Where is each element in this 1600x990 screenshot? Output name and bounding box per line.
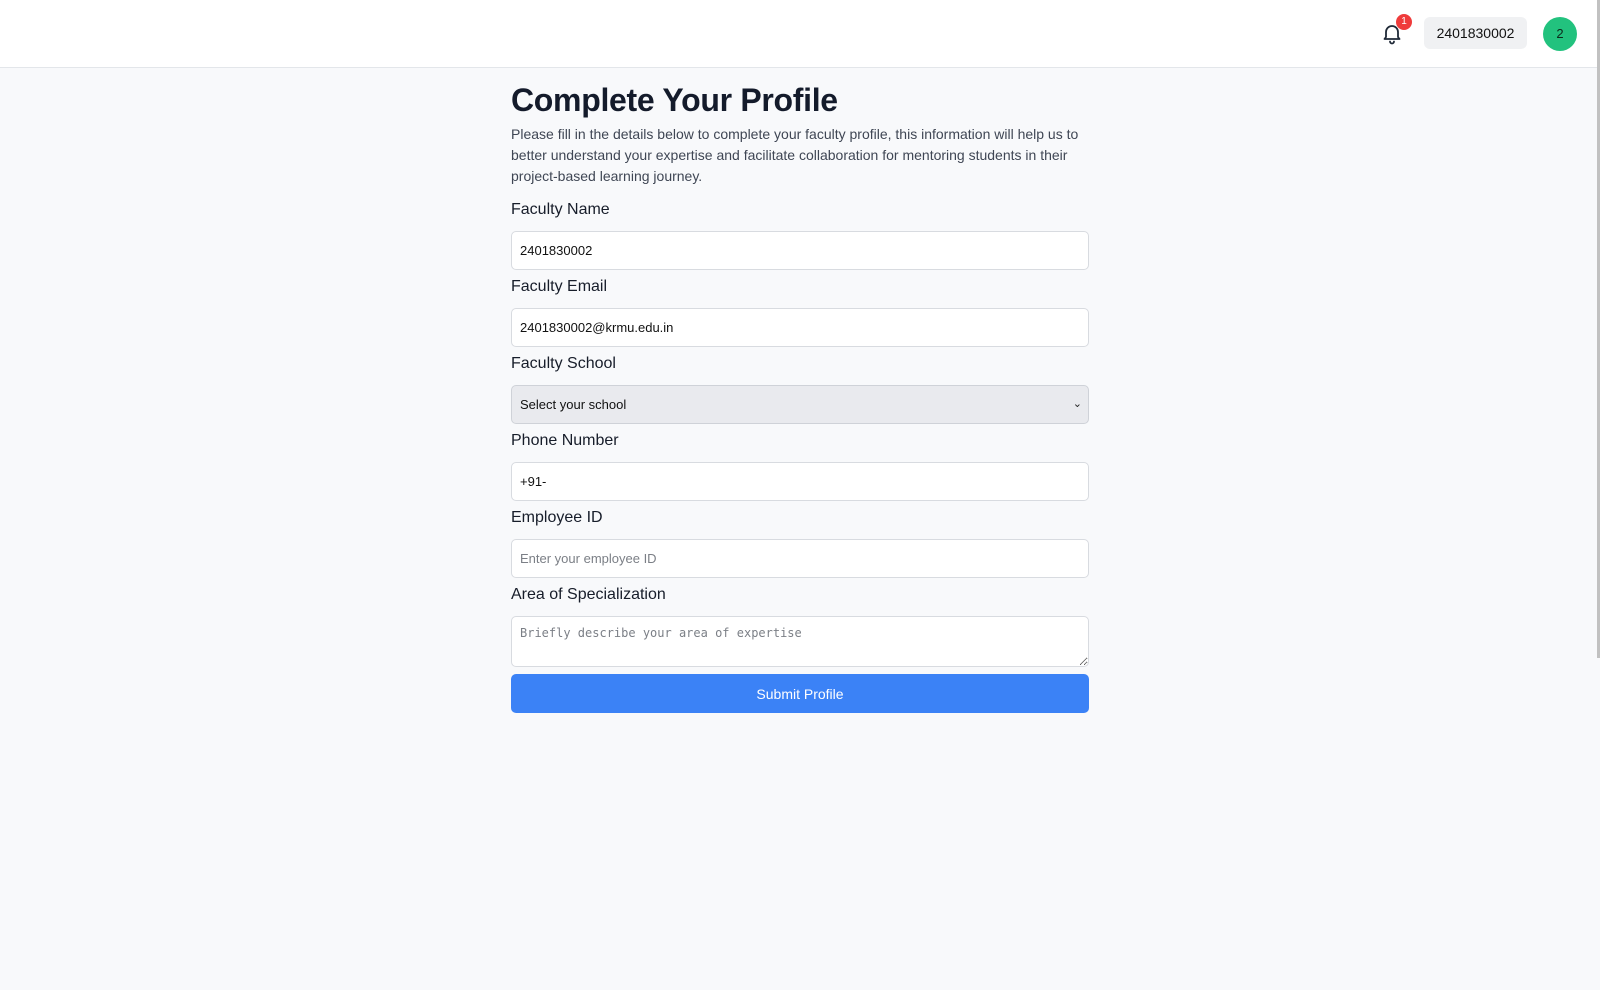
specialization-label: Area of Specialization [511,586,666,603]
employee-id-input[interactable] [511,539,1089,578]
specialization-textarea[interactable] [511,616,1089,667]
faculty-school-label: Faculty School [511,355,616,372]
employee-id-label: Employee ID [511,509,603,526]
faculty-school-select[interactable]: Select your school ⌄ [511,385,1089,424]
submit-profile-button[interactable]: Submit Profile [511,674,1089,713]
faculty-name-label: Faculty Name [511,201,610,218]
profile-header: Complete Your Profile Please fill in the… [511,80,1089,187]
faculty-name-input[interactable] [511,231,1089,270]
faculty-email-label: Faculty Email [511,278,608,295]
page-description: Please fill in the details below to comp… [511,126,1079,184]
page-title: Complete Your Profile [511,82,838,118]
phone-number-input[interactable] [511,462,1089,501]
username-chip[interactable]: 2401830002 [1424,17,1527,49]
faculty-email-input[interactable] [511,308,1089,347]
top-navbar: 1 2401830002 2 [0,0,1600,68]
chevron-down-icon: ⌄ [1072,398,1082,410]
phone-number-label: Phone Number [511,432,619,449]
avatar[interactable]: 2 [1543,17,1577,51]
faculty-school-selected: Select your school [520,397,627,412]
notification-badge: 1 [1396,14,1412,30]
